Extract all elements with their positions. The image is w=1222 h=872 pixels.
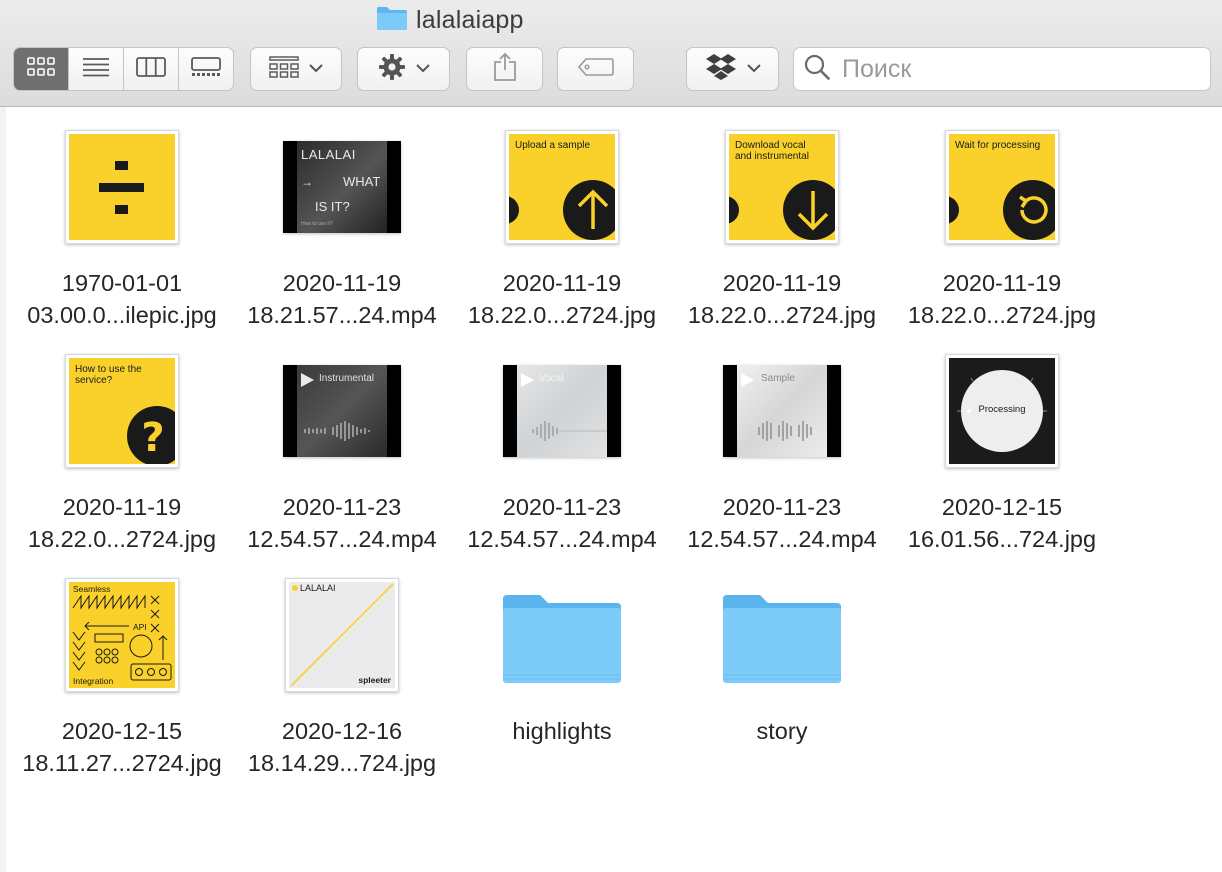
folder-name: story xyxy=(756,718,808,744)
file-icon-grid: 1970-01-01 03.00.0...ilepic.jpg LALALAI →… xyxy=(0,107,1222,872)
question-icon: ? xyxy=(127,406,175,464)
file-name: 2020-11-23 12.54.57...24.mp4 xyxy=(247,494,437,552)
dropbox-icon xyxy=(705,53,737,86)
tags-button[interactable] xyxy=(557,47,634,91)
arrow-up-icon xyxy=(509,180,615,240)
svg-text:?: ? xyxy=(141,415,164,461)
arrow-down-icon xyxy=(729,180,835,240)
folder-item[interactable]: story xyxy=(672,575,892,775)
file-name: 1970-01-01 03.00.0...ilepic.jpg xyxy=(27,270,217,328)
search-field[interactable] xyxy=(793,47,1211,91)
file-item[interactable]: LALALAI spleeter 2020-12-16 18.14.29...72… xyxy=(232,575,452,776)
folder-icon xyxy=(722,575,842,695)
file-item[interactable]: Processing 2020-12-15 16.01.56...724.jpg xyxy=(892,351,1112,552)
video-thumbnail: Vocal xyxy=(502,351,622,471)
file-name: 2020-11-19 18.22.0...2724.jpg xyxy=(687,270,877,328)
file-thumbnail: Download vocal and instrumental xyxy=(722,127,842,247)
file-thumbnail: Upload a sample xyxy=(502,127,622,247)
folder-icon xyxy=(376,5,408,36)
video-thumbnail: Instrumental xyxy=(282,351,402,471)
share-button[interactable] xyxy=(466,47,543,91)
folder-icon xyxy=(502,575,622,695)
file-thumbnail: Processing xyxy=(942,351,1062,471)
chevron-down-icon xyxy=(309,60,323,78)
list-icon xyxy=(82,57,110,82)
file-item[interactable]: Upload a sample 2020-11-19 18.22.0...2724… xyxy=(452,127,672,328)
file-name: 2020-12-15 18.11.27...2724.jpg xyxy=(22,718,222,776)
folder-name: highlights xyxy=(512,718,612,744)
file-name: 2020-11-19 18.22.0...2724.jpg xyxy=(467,270,657,328)
file-item[interactable]: Wait for processing 2020-11-19 18.22.0...… xyxy=(892,127,1112,328)
file-thumbnail: LALALAI spleeter xyxy=(282,575,402,695)
file-thumbnail: Wait for processing xyxy=(942,127,1062,247)
search-input[interactable] xyxy=(840,53,1204,85)
file-item[interactable]: 1970-01-01 03.00.0...ilepic.jpg xyxy=(12,127,232,328)
file-name: 2020-11-23 12.54.57...24.mp4 xyxy=(467,494,657,552)
file-thumbnail: Seamless API Integration xyxy=(62,575,182,695)
gallery-view-button[interactable] xyxy=(179,48,233,90)
search-icon xyxy=(804,54,830,85)
window-title: lalalaiapp xyxy=(376,4,524,36)
group-grid-icon xyxy=(269,55,299,83)
gear-icon xyxy=(378,53,406,86)
file-item[interactable]: Seamless API Integration 2020-12-15 18.1… xyxy=(12,575,232,776)
columns-icon xyxy=(136,56,166,82)
diagonal-line-graphic xyxy=(290,583,394,687)
window-title-text: lalalaiapp xyxy=(416,5,524,34)
file-name: 2020-11-23 12.54.57...24.mp4 xyxy=(687,494,877,552)
action-button[interactable] xyxy=(357,47,450,91)
divide-icon xyxy=(99,161,144,214)
chevron-down-icon xyxy=(746,60,761,78)
refresh-icon xyxy=(949,180,1055,240)
file-item[interactable]: Download vocal and instrumental 2020-11-… xyxy=(672,127,892,328)
file-item[interactable]: Sample 2020-11-23 12.54.57...24.mp4 xyxy=(672,351,892,552)
tag-icon xyxy=(577,57,614,81)
video-thumbnail: Sample xyxy=(722,351,842,471)
file-name: 2020-11-19 18.22.0...2724.jpg xyxy=(27,494,217,552)
finder-toolbar: lalalaiapp xyxy=(0,0,1222,107)
file-name: 2020-12-15 16.01.56...724.jpg xyxy=(907,494,1097,552)
file-thumbnail: How to use the service? ? xyxy=(62,351,182,471)
group-by-button[interactable] xyxy=(250,47,342,91)
list-view-button[interactable] xyxy=(69,48,124,90)
folder-item[interactable]: highlights xyxy=(452,575,672,775)
video-thumbnail: LALALAI → WHAT IS IT? How to use it? xyxy=(282,127,402,247)
file-name: 2020-12-16 18.14.29...724.jpg xyxy=(247,718,437,776)
view-mode-switcher xyxy=(13,47,234,91)
gallery-icon xyxy=(191,56,221,82)
file-name: 2020-11-19 18.21.57...24.mp4 xyxy=(247,270,437,328)
file-item[interactable]: How to use the service? ? 2020-11-19 18.2… xyxy=(12,351,232,552)
file-name: 2020-11-19 18.22.0...2724.jpg xyxy=(907,270,1097,328)
column-view-button[interactable] xyxy=(124,48,179,90)
file-item[interactable]: LALALAI → WHAT IS IT? How to use it? 202… xyxy=(232,127,452,328)
icon-grid-icon xyxy=(27,56,55,82)
file-thumbnail xyxy=(62,127,182,247)
file-item[interactable]: Instrumental 2020-11-23 12.54.57...24.mp4 xyxy=(232,351,452,552)
share-icon xyxy=(493,52,517,87)
dropbox-button[interactable] xyxy=(686,47,779,91)
icon-view-button[interactable] xyxy=(14,48,69,90)
file-item[interactable]: Vocal 2020-11-23 12.54.57...24.mp4 xyxy=(452,351,672,552)
api-pattern-icon xyxy=(72,594,172,681)
chevron-down-icon xyxy=(415,60,430,78)
